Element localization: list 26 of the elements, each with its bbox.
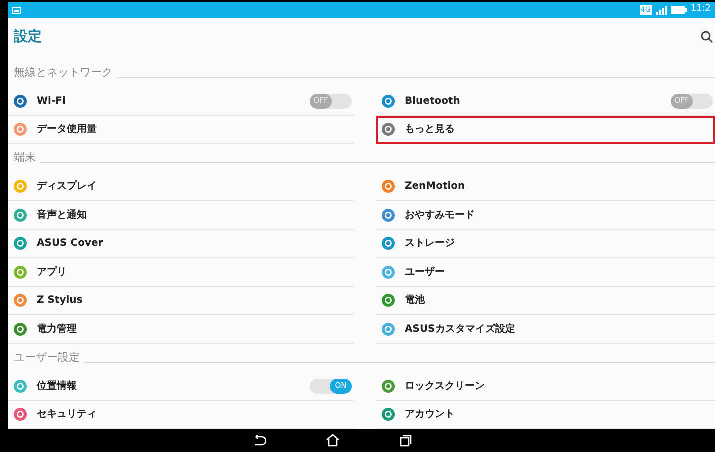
battery-icon	[670, 6, 687, 14]
settings-item[interactable]: ストレージ	[376, 230, 715, 258]
section-header: 端末	[14, 150, 36, 166]
settings-item[interactable]: ZenMotion	[376, 172, 715, 202]
section-header: 無線とネットワーク	[14, 64, 113, 81]
settings-item[interactable]: アプリ	[8, 258, 354, 287]
settings-item[interactable]: ASUS Cover	[8, 230, 354, 258]
settings-item[interactable]: 音声と通知	[8, 201, 354, 230]
notification-icon	[12, 6, 21, 14]
settings-item[interactable]: ユーザー	[376, 258, 715, 287]
screen-title: 設定	[14, 28, 43, 47]
settings-item[interactable]: データ使用量	[8, 116, 354, 144]
settings-item[interactable]: 電力管理	[8, 315, 354, 344]
settings-item[interactable]: ASUSカスタマイズ設定	[376, 315, 715, 344]
settings-item[interactable]: ディスプレイ	[8, 172, 354, 202]
section-header: ユーザー設定	[14, 350, 80, 366]
settings-item[interactable]: ロックスクリーン	[376, 372, 715, 401]
settings-item[interactable]: もっと見る	[376, 116, 715, 144]
settings-item[interactable]: Z Stylus	[8, 286, 354, 316]
settings-item[interactable]: 電池	[376, 286, 715, 316]
search-icon[interactable]	[701, 31, 713, 44]
home-icon[interactable]	[326, 434, 340, 448]
settings-item[interactable]: おやすみモード	[376, 201, 715, 230]
clock-time: 11:2	[690, 3, 711, 16]
recent-apps-icon[interactable]	[400, 434, 412, 447]
signal-icon	[656, 6, 667, 15]
